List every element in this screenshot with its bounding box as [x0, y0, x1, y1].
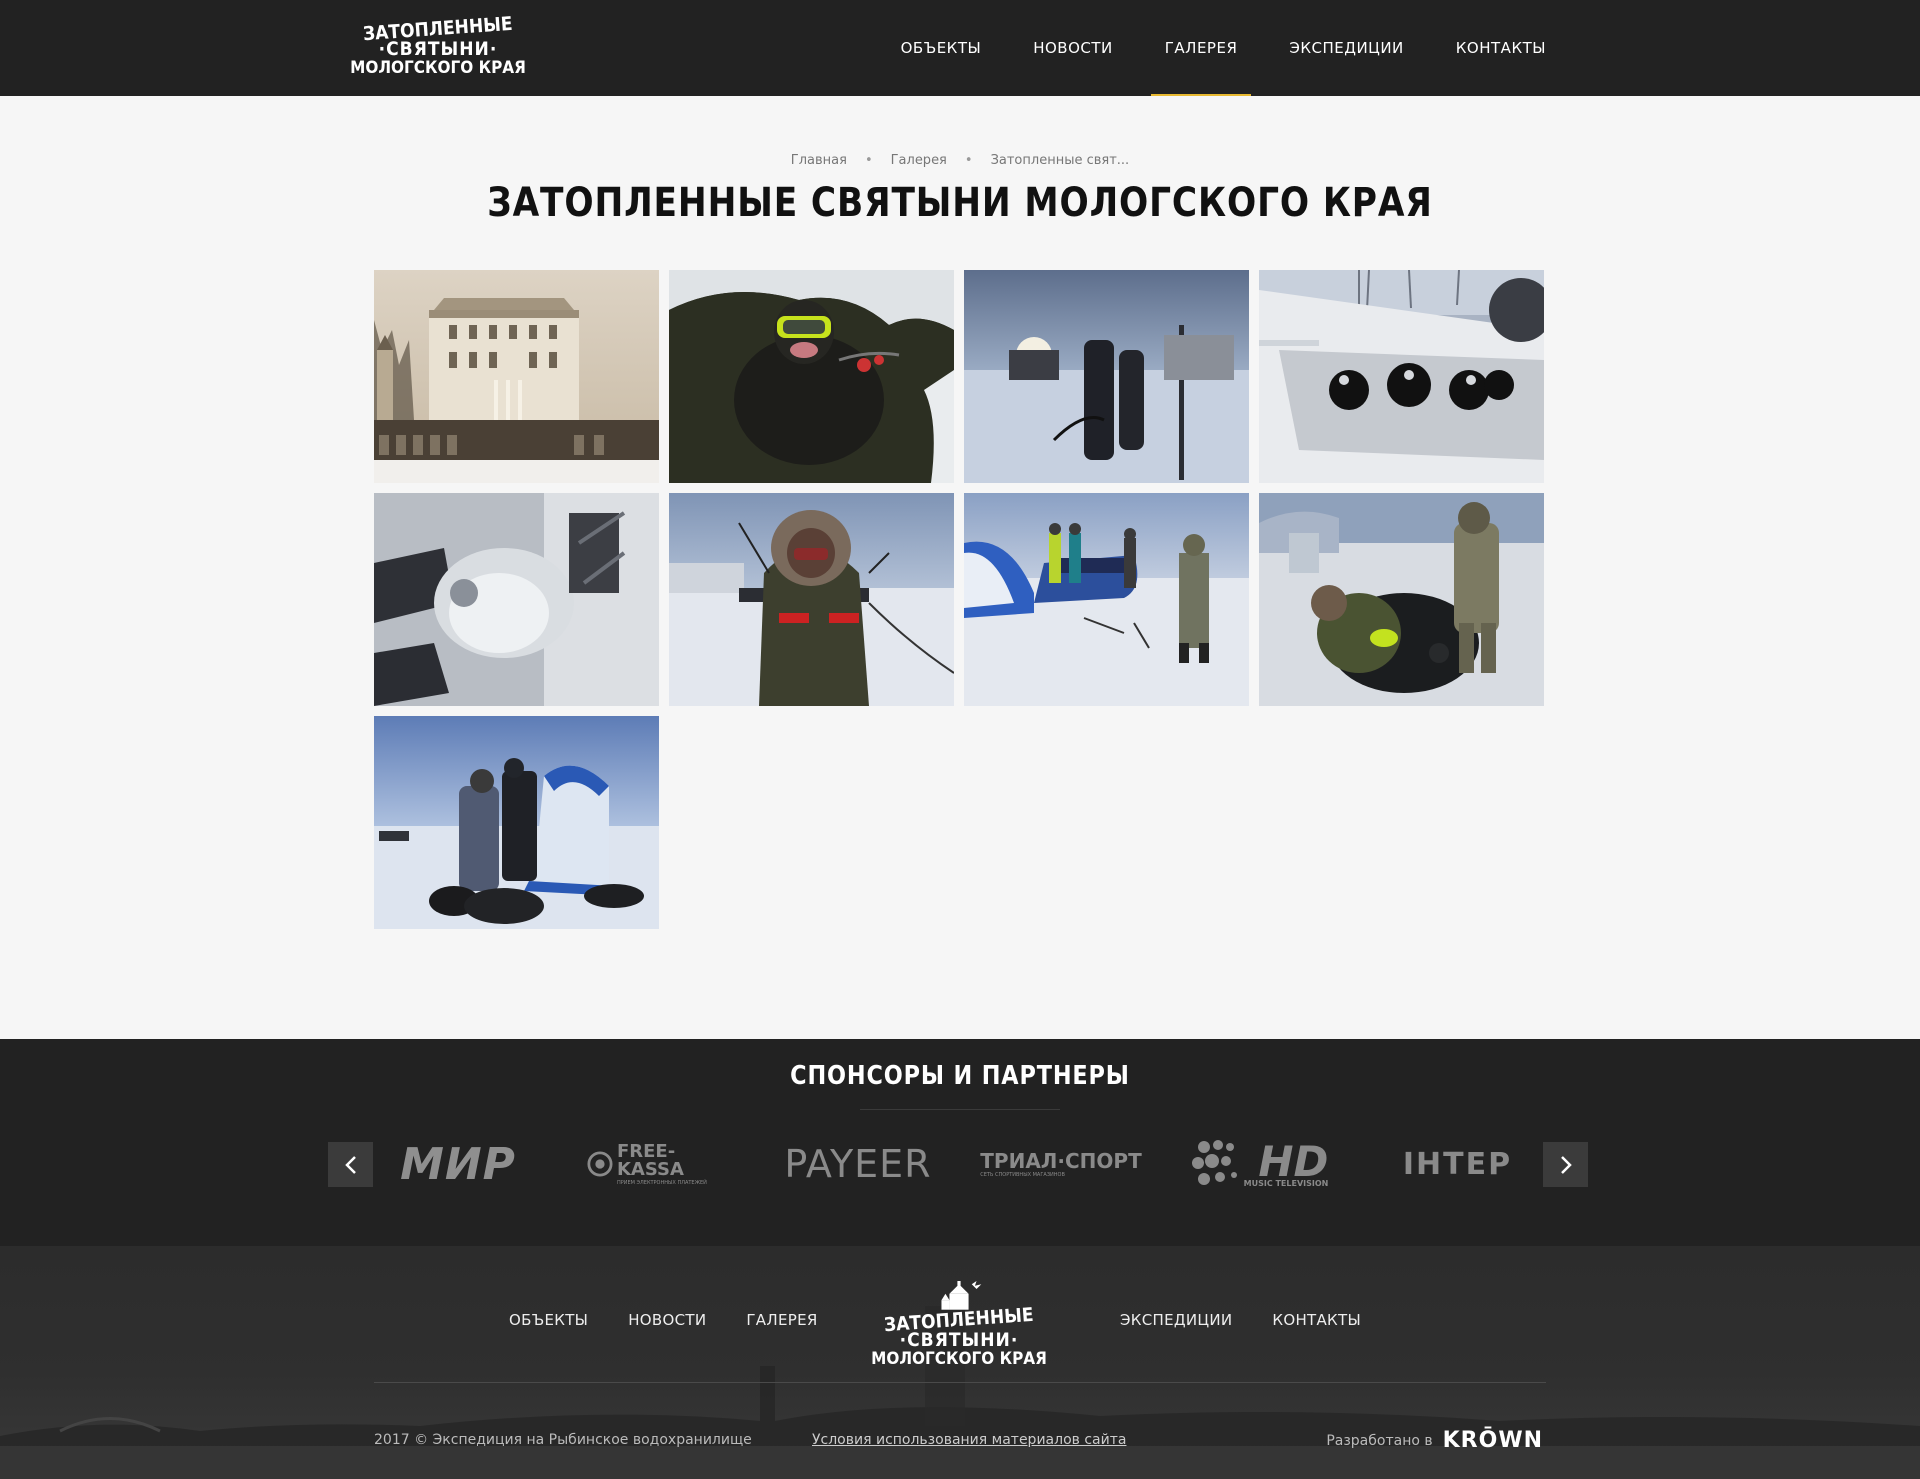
footer-nav-right: ЭКСПЕДИЦИИ КОНТАКТЫ: [1120, 1311, 1401, 1329]
sponsor-label: ІНТЕР: [1402, 1146, 1513, 1182]
footer-link-contacts[interactable]: КОНТАКТЫ: [1272, 1311, 1361, 1329]
developer-credit: Разработано в KRŌWN: [1326, 1428, 1543, 1453]
site-footer: ОБЪЕКТЫ НОВОСТИ ГАЛЕРЕЯ ЗАТОПЛЕННЫЕ ·СВЯ…: [0, 1246, 1920, 1479]
divers-at-ice-hole-photo[interactable]: [1259, 493, 1544, 706]
site-logo[interactable]: ЗАТОПЛЕННЫЕ ·СВЯТЫНИ· МОЛОГСКОГО КРАЯ: [350, 12, 526, 86]
sponsor-logo-mir[interactable]: МИР: [398, 1138, 518, 1190]
sponsors-title: СПОНСОРЫ И ПАРТНЕРЫ: [790, 1061, 1130, 1091]
footer-link-news[interactable]: НОВОСТИ: [628, 1311, 706, 1329]
footer-logo-line-3: МОЛОГСКОГО КРАЯ: [871, 1349, 1047, 1370]
breadcrumb-separator: •: [964, 153, 973, 168]
chevron-left-icon: [344, 1155, 356, 1174]
chevron-right-icon: [1560, 1155, 1572, 1174]
team-on-ice-photo[interactable]: [964, 493, 1249, 706]
hd-dots-icon: [1191, 1140, 1237, 1185]
sponsor-label: МИР: [400, 1138, 516, 1190]
sponsor-logo-payeer[interactable]: PAYEER: [784, 1139, 930, 1189]
nav-item-contacts[interactable]: КОНТАКТЫ: [1430, 0, 1546, 96]
manor-house-photo[interactable]: [374, 270, 659, 483]
divider: [860, 1109, 1060, 1110]
breadcrumb-current: Затопленные свят...: [990, 153, 1130, 168]
person-in-parka-photo[interactable]: [669, 493, 954, 706]
footer-link-expeditions[interactable]: ЭКСПЕДИЦИИ: [1120, 1311, 1232, 1329]
main-nav: ОБЪЕКТЫ НОВОСТИ ГАЛЕРЕЯ ЭКСПЕДИЦИИ КОНТА…: [875, 0, 1546, 96]
nav-item-objects[interactable]: ОБЪЕКТЫ: [875, 0, 1008, 96]
sponsors-section: СПОНСОРЫ И ПАРТНЕРЫ МИР FREE-KASSA ПРИЕМ…: [0, 1039, 1920, 1246]
nav-item-gallery[interactable]: ГАЛЕРЕЯ: [1139, 0, 1264, 96]
sponsor-sublabel: СЕТЬ СПОРТИВНЫХ МАГАЗИНОВ: [980, 1171, 1065, 1178]
sponsor-label: PAYEER: [784, 1142, 932, 1186]
breadcrumb-home[interactable]: Главная: [791, 153, 847, 168]
breadcrumb-gallery[interactable]: Галерея: [891, 153, 947, 168]
footer-link-gallery[interactable]: ГАЛЕРЕЯ: [746, 1311, 817, 1329]
footer-logo[interactable]: ЗАТОПЛЕННЫЕ ·СВЯТЫНИ· МОЛОГСКОГО КРАЯ: [871, 1281, 1047, 1369]
equipment-on-ice-photo[interactable]: [964, 270, 1249, 483]
sponsor-logo-trial-sport[interactable]: ТРИАЛ·СПОРТ СЕТЬ СПОРТИВНЫХ МАГАЗИНОВ: [980, 1139, 1141, 1189]
photo-gallery: [374, 270, 1546, 929]
footer-link-objects[interactable]: ОБЪЕКТЫ: [509, 1311, 588, 1329]
scuba-gear-in-hovercraft-photo[interactable]: [1259, 270, 1544, 483]
page-title: ЗАТОПЛЕННЫЕ СВЯТЫНИ МОЛОГСКОГО КРАЯ: [487, 180, 1433, 226]
nav-item-expeditions[interactable]: ЭКСПЕДИЦИИ: [1263, 0, 1429, 96]
logo-line-2: ·СВЯТЫНИ·: [378, 38, 498, 61]
sponsor-logo-free-kassa[interactable]: FREE-KASSA ПРИЕМ ЭЛЕКТРОННЫХ ПЛАТЕЖЕЙ: [587, 1139, 733, 1189]
sponsor-sublabel: ПРИЕМ ЭЛЕКТРОННЫХ ПЛАТЕЖЕЙ: [616, 1179, 707, 1186]
carousel-next-button[interactable]: [1543, 1142, 1588, 1187]
footer-logo-line-2: ·СВЯТЫНИ·: [899, 1329, 1019, 1352]
sponsor-label: HD: [1258, 1136, 1329, 1186]
footer-nav-left: ОБЪЕКТЫ НОВОСТИ ГАЛЕРЕЯ: [509, 1311, 858, 1329]
nav-item-news[interactable]: НОВОСТИ: [1007, 0, 1139, 96]
breadcrumb-separator: •: [864, 153, 873, 168]
divers-by-tent-photo[interactable]: [374, 716, 659, 929]
developer-logo[interactable]: KRŌWN: [1443, 1428, 1543, 1453]
breadcrumb: Главная • Галерея • Затопленные свят...: [0, 153, 1920, 168]
site-header: ЗАТОПЛЕННЫЕ ·СВЯТЫНИ· МОЛОГСКОГО КРАЯ ОБ…: [0, 0, 1920, 96]
terms-link[interactable]: Условия использования материалов сайта: [812, 1432, 1126, 1448]
developed-by-label: Разработано в: [1326, 1432, 1433, 1449]
frozen-regulator-photo[interactable]: [374, 493, 659, 706]
logo-line-3: МОЛОГСКОГО КРАЯ: [350, 58, 526, 79]
footer-divider: [374, 1382, 1546, 1383]
sponsor-logo-inter[interactable]: ІНТЕР: [1390, 1139, 1525, 1189]
carousel-prev-button[interactable]: [328, 1142, 373, 1187]
sponsor-label: FREE-KASSA: [616, 1140, 684, 1180]
free-kassa-icon: [587, 1151, 613, 1177]
sponsor-sublabel: MUSIC TELEVISION: [1243, 1178, 1329, 1188]
sponsor-label: ТРИАЛ·СПОРТ: [980, 1148, 1142, 1173]
diver-in-ice-hole-photo[interactable]: [669, 270, 954, 483]
copyright-text: 2017 © Экспедиция на Рыбинское водохрани…: [374, 1432, 752, 1448]
sponsor-logo-hd-music[interactable]: HD MUSIC TELEVISION: [1190, 1139, 1330, 1189]
